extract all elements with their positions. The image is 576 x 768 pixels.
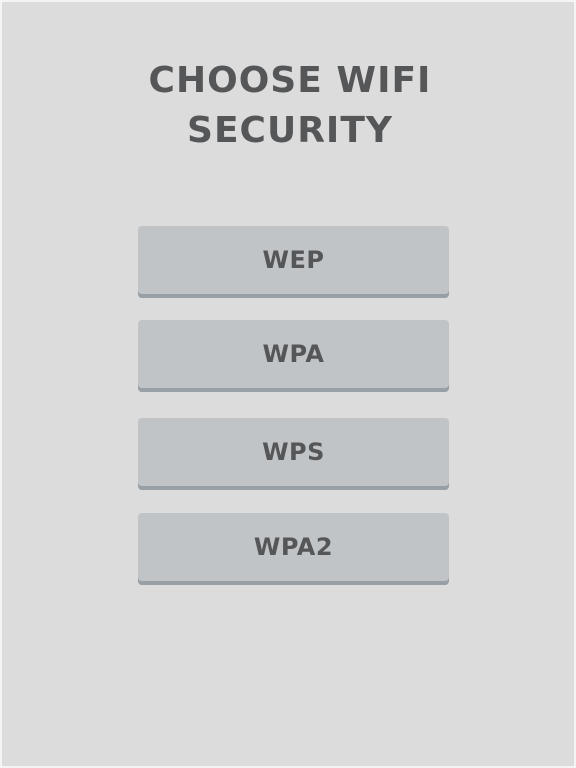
page-title-line-1: CHOOSE WIFI: [148, 60, 432, 101]
wpa2-button[interactable]: WPA2: [138, 513, 449, 585]
wep-button[interactable]: WEP: [138, 226, 449, 298]
page-title-line-2: SECURITY: [187, 110, 393, 151]
screen: CHOOSE WIFI SECURITY WEP WPA WPS WPA2: [0, 0, 576, 768]
wps-button-label: WPS: [262, 438, 325, 466]
wps-button[interactable]: WPS: [138, 418, 449, 490]
wpa-button-label: WPA: [262, 340, 325, 368]
wep-button-label: WEP: [262, 246, 325, 274]
wpa2-button-label: WPA2: [253, 533, 334, 561]
wpa-button[interactable]: WPA: [138, 320, 449, 392]
